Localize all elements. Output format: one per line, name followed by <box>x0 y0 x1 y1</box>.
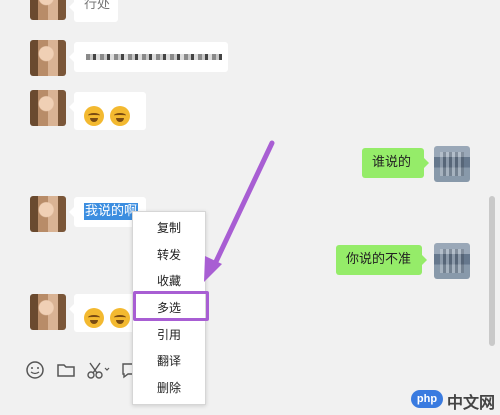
menu-item-favorite[interactable]: 收藏 <box>133 269 205 293</box>
menu-item-delete[interactable]: 删除 <box>133 376 205 400</box>
selected-message-text: 我说的啊 <box>84 203 139 220</box>
scissors-icon[interactable] <box>86 360 112 380</box>
menu-item-copy[interactable]: 复制 <box>133 216 205 240</box>
watermark-logo: php <box>411 390 443 408</box>
chat-area: 行处 谁说的 我说的啊 你说的不准 <box>0 0 500 350</box>
user-avatar[interactable] <box>434 146 470 182</box>
message-text: 你说的不准 <box>346 252 412 267</box>
sent-message-bubble[interactable]: 你说的不准 <box>336 245 427 275</box>
laughing-emoji-icon <box>110 307 130 328</box>
contact-avatar[interactable] <box>30 90 66 126</box>
laughing-emoji-icon <box>84 307 104 328</box>
message-text: 行处 <box>84 0 111 12</box>
annotation-highlight-box <box>133 291 209 321</box>
message-bubble[interactable]: 行处 <box>69 0 118 22</box>
user-avatar[interactable] <box>434 243 470 279</box>
contact-avatar[interactable] <box>30 294 66 330</box>
contact-avatar[interactable] <box>30 0 66 20</box>
laughing-emoji-icon <box>110 105 130 126</box>
sent-message-bubble[interactable]: 谁说的 <box>362 148 429 178</box>
message-text: 谁说的 <box>372 155 412 170</box>
laughing-emoji-icon <box>84 105 104 126</box>
contact-avatar[interactable] <box>30 196 66 232</box>
contact-avatar[interactable] <box>30 40 66 76</box>
blurred-text <box>86 54 222 60</box>
emoji-icon[interactable] <box>25 360 45 380</box>
message-bubble-blurred[interactable] <box>69 42 228 72</box>
message-bubble-emoji[interactable] <box>69 92 146 130</box>
menu-item-forward[interactable]: 转发 <box>133 243 205 267</box>
menu-item-quote[interactable]: 引用 <box>133 323 205 347</box>
menu-item-translate[interactable]: 翻译 <box>133 349 205 373</box>
folder-icon[interactable] <box>56 360 76 380</box>
watermark-text: 中文网 <box>447 393 496 412</box>
input-toolbar <box>0 352 500 392</box>
scrollbar[interactable] <box>489 196 495 346</box>
